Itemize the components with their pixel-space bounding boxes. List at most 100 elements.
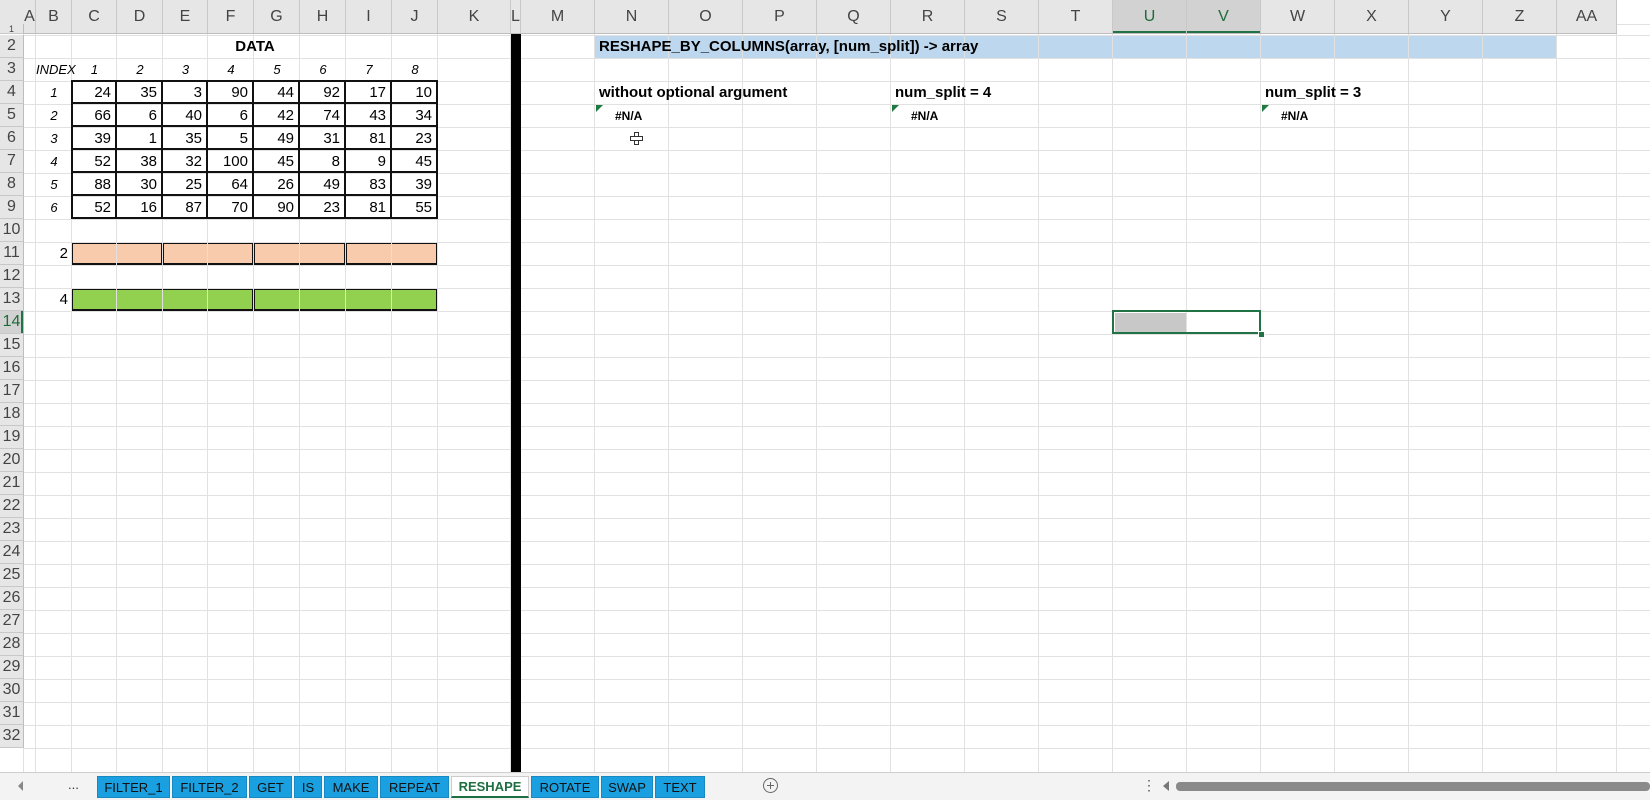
split-2-block[interactable] [71, 242, 163, 265]
column-index: 4 [227, 62, 235, 77]
column-header-I[interactable]: I [346, 0, 392, 34]
sheet-tab-bar: ... FILTER_1 FILTER_2 GET IS MAKE REPEAT RESHA… [0, 772, 1650, 800]
column-header-Q[interactable]: Q [817, 0, 891, 34]
index-label: INDEX [36, 62, 76, 77]
column-header-L[interactable]: L [511, 0, 521, 34]
column-header-O[interactable]: O [669, 0, 743, 34]
column-header-G[interactable]: G [254, 0, 300, 34]
data-title: DATA [235, 38, 275, 55]
column-header-D[interactable]: D [117, 0, 163, 34]
column-header-A[interactable]: A [24, 0, 36, 34]
row-header-4[interactable]: 4 [0, 81, 24, 104]
column-header-J[interactable]: J [392, 0, 438, 34]
row-header-7[interactable]: 7 [0, 150, 24, 173]
column-header-V[interactable]: V [1187, 0, 1261, 34]
example-result[interactable]: #N/A [615, 104, 642, 127]
spreadsheet-grid[interactable]: DATA INDEX 1 2 3 4 5 6 7 8 1 24 35 3 90 44 92 17 10 2 66 6 40 6… [0, 0, 1650, 772]
row-index: 1 [50, 85, 58, 100]
sheet-tab-filter-2[interactable]: FILTER_2 [172, 776, 247, 798]
column-header-T[interactable]: T [1039, 0, 1113, 34]
column-header-K[interactable]: K [438, 0, 511, 34]
row-index: 5 [50, 177, 58, 192]
row-header-10[interactable]: 10 [0, 219, 24, 242]
split-2-label: 2 [59, 245, 68, 262]
sheet-tab-repeat[interactable]: REPEAT [380, 776, 449, 798]
sheet-tab-make[interactable]: MAKE [324, 776, 378, 798]
column-header-S[interactable]: S [965, 0, 1039, 34]
row-header-19[interactable]: 19 [0, 426, 24, 449]
row-header-18[interactable]: 18 [0, 403, 24, 426]
column-header-X[interactable]: X [1335, 0, 1409, 34]
column-header-M[interactable]: M [521, 0, 595, 34]
column-header-B[interactable]: B [36, 0, 72, 34]
sheet-tab-swap[interactable]: SWAP [601, 776, 653, 798]
plus-circle-icon[interactable] [763, 778, 778, 793]
sheet-tab-rotate[interactable]: ROTATE [531, 776, 599, 798]
more-options-icon[interactable]: ⋮ [1142, 777, 1156, 794]
column-header-W[interactable]: W [1261, 0, 1335, 34]
sheet-tab-reshape[interactable]: RESHAPE [451, 776, 529, 798]
column-header-U[interactable]: U [1113, 0, 1187, 34]
row-header-16[interactable]: 16 [0, 357, 24, 380]
row-header-8[interactable]: 8 [0, 173, 24, 196]
column-index: 8 [411, 62, 419, 77]
row-header-20[interactable]: 20 [0, 449, 24, 472]
row-header-1[interactable]: 1 [0, 24, 24, 34]
split-2-block[interactable] [162, 242, 254, 265]
column-header-C[interactable]: C [72, 0, 117, 34]
column-header-AA[interactable]: AA [1557, 0, 1617, 34]
selected-range[interactable] [1112, 310, 1261, 334]
row-header-30[interactable]: 30 [0, 679, 24, 702]
column-header-P[interactable]: P [743, 0, 817, 34]
row-header-15[interactable]: 15 [0, 334, 24, 357]
error-indicator-icon [1262, 105, 1269, 112]
sheet-tab-ellipsis[interactable]: ... [68, 777, 79, 792]
column-header-H[interactable]: H [300, 0, 346, 34]
horizontal-scrollbar-thumb[interactable] [1176, 782, 1650, 791]
row-header-22[interactable]: 22 [0, 495, 24, 518]
row-header-23[interactable]: 23 [0, 518, 24, 541]
example-result[interactable]: #N/A [911, 104, 938, 127]
row-header-6[interactable]: 6 [0, 127, 24, 150]
gridline-horizontal [24, 288, 1650, 289]
column-header-R[interactable]: R [891, 0, 965, 34]
sheet-tab-text[interactable]: TEXT [655, 776, 705, 798]
row-header-2[interactable]: 2 [0, 35, 24, 58]
column-index: 6 [319, 62, 327, 77]
scroll-left-icon[interactable] [1163, 781, 1169, 791]
row-header-9[interactable]: 9 [0, 196, 24, 219]
gridline-horizontal [24, 449, 1650, 450]
row-header-29[interactable]: 29 [0, 656, 24, 679]
gridline-horizontal [24, 679, 1650, 680]
column-header-Y[interactable]: Y [1409, 0, 1483, 34]
row-header-25[interactable]: 25 [0, 564, 24, 587]
row-header-11[interactable]: 11 [0, 242, 24, 265]
row-header-26[interactable]: 26 [0, 587, 24, 610]
row-header-28[interactable]: 28 [0, 633, 24, 656]
gridline-horizontal [24, 564, 1650, 565]
data-table-border [71, 80, 438, 219]
column-header-F[interactable]: F [208, 0, 254, 34]
row-header-31[interactable]: 31 [0, 702, 24, 725]
row-header-27[interactable]: 27 [0, 610, 24, 633]
fill-handle[interactable] [1258, 331, 1265, 338]
triangle-left-icon[interactable] [18, 781, 23, 791]
row-header-24[interactable]: 24 [0, 541, 24, 564]
row-header-3[interactable]: 3 [0, 58, 24, 81]
row-header-21[interactable]: 21 [0, 472, 24, 495]
column-header-N[interactable]: N [595, 0, 669, 34]
gridline-horizontal [24, 495, 1650, 496]
row-header-32[interactable]: 32 [0, 725, 24, 748]
sheet-tab-filter-1[interactable]: FILTER_1 [97, 776, 170, 798]
sheet-tab-get[interactable]: GET [249, 776, 292, 798]
sheet-tab-is[interactable]: IS [294, 776, 322, 798]
gridline-horizontal [24, 403, 1650, 404]
row-header-5[interactable]: 5 [0, 104, 24, 127]
row-header-13[interactable]: 13 [0, 288, 24, 311]
row-header-14[interactable]: 14 [0, 311, 24, 334]
example-result[interactable]: #N/A [1281, 104, 1308, 127]
row-header-17[interactable]: 17 [0, 380, 24, 403]
column-header-E[interactable]: E [163, 0, 208, 34]
row-header-12[interactable]: 12 [0, 265, 24, 288]
column-header-Z[interactable]: Z [1483, 0, 1557, 34]
